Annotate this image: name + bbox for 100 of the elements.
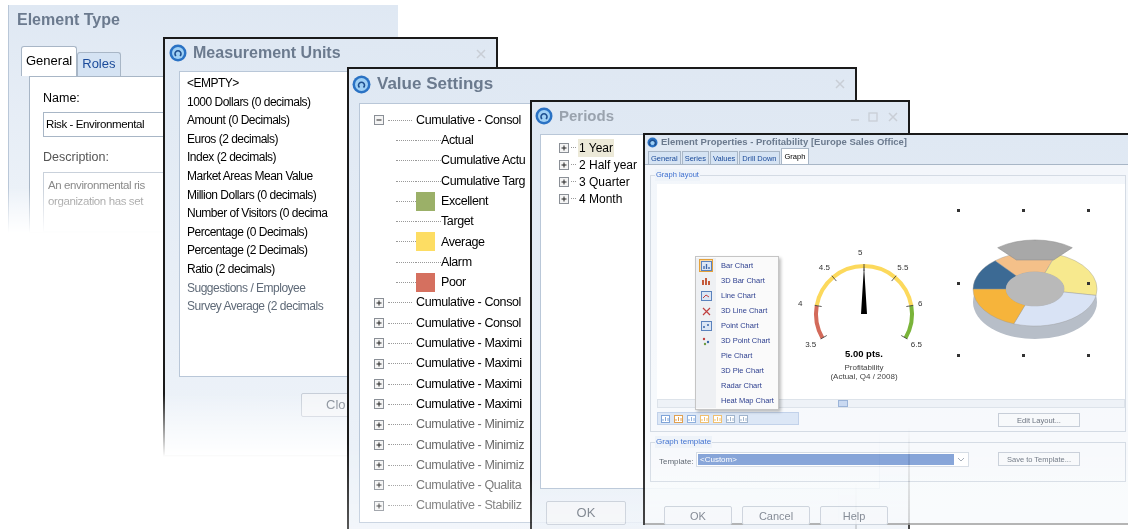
list-item[interactable]: <EMPTY> <box>187 74 239 93</box>
tree-item[interactable]: Cumulative - Qualita <box>416 476 522 495</box>
chart-icon <box>700 320 712 331</box>
tree-item[interactable]: 3 Quarter <box>578 172 631 191</box>
selection-handle[interactable] <box>957 354 960 358</box>
gauge-caption: (Actual, Q4 / 2008) <box>830 371 898 381</box>
gauge-tick-label: 6.5 <box>910 340 922 349</box>
expand-icon[interactable] <box>374 358 384 369</box>
expand-icon[interactable] <box>374 297 384 308</box>
gauge-caption: Profitability <box>844 362 884 372</box>
gauge-tick-label: 4.5 <box>818 263 830 272</box>
list-item[interactable]: Percentage (2 Decimals) <box>187 241 308 260</box>
chart-icon <box>700 335 712 346</box>
expand-icon[interactable] <box>374 419 384 430</box>
field-label: Name: <box>43 89 80 107</box>
expand-icon[interactable] <box>374 318 384 329</box>
tab[interactable]: General <box>21 45 78 76</box>
gauge-tick-label: 6 <box>918 299 923 308</box>
tree-item[interactable]: Average <box>441 232 485 252</box>
donut-hole <box>1006 272 1064 307</box>
list-item[interactable]: Market Areas Mean Value <box>187 166 313 186</box>
close-icon <box>476 49 486 59</box>
chart-icon <box>700 290 712 301</box>
expand-icon[interactable] <box>374 338 384 349</box>
tree-item[interactable]: 4 Month <box>578 189 624 208</box>
collapse-icon[interactable] <box>374 115 384 126</box>
list-item[interactable]: Euros (2 decimals) <box>187 129 279 149</box>
expand-icon[interactable] <box>559 176 569 187</box>
selection-handle[interactable] <box>957 209 960 213</box>
chart-icon <box>674 414 683 423</box>
tree-item[interactable]: Cumulative - Consol <box>416 110 521 130</box>
description-text: organization has set <box>48 194 143 209</box>
app-logo-icon <box>352 74 371 94</box>
chart-icon <box>700 275 712 286</box>
close-icon <box>888 112 898 122</box>
gauge-tick-label: 4 <box>797 299 803 308</box>
list-item[interactable]: Survey Average (2 decimals <box>187 297 324 316</box>
list-item[interactable]: Suggestions / Employee <box>187 278 306 298</box>
app-logo-icon <box>647 136 658 148</box>
description-text: An environmental ris <box>48 178 145 193</box>
tree-item[interactable]: Target <box>441 212 474 231</box>
expand-icon[interactable] <box>559 142 569 153</box>
tree-item[interactable]: Cumulative - Maximi <box>416 334 522 353</box>
caret-icon <box>957 456 965 463</box>
tree-item[interactable]: 2 Half year <box>578 155 639 174</box>
window-title: Value Settings <box>377 73 494 96</box>
chart-icon <box>687 414 696 423</box>
expand-icon[interactable] <box>374 480 384 491</box>
app-logo-icon <box>535 107 553 125</box>
tab[interactable]: Roles <box>77 51 121 76</box>
gauge-tick-label: 5 <box>858 249 863 258</box>
list-item[interactable]: Number of Visitors (0 decima <box>187 204 328 223</box>
list-item[interactable]: Percentage (0 Decimals) <box>187 222 308 242</box>
gauge-tick-label: 3.5 <box>805 340 817 349</box>
list-item[interactable]: Amount (0 Decimals) <box>187 111 290 130</box>
list-item[interactable]: 1000 Dollars (0 decimals) <box>187 92 311 112</box>
gauge-tick-label: 5.5 <box>897 263 909 272</box>
selection-handle[interactable] <box>1022 209 1025 213</box>
tree-item[interactable]: Cumulative - Maximi <box>416 374 522 394</box>
list-item[interactable]: Million Dollars (0 decimals) <box>187 185 317 205</box>
tree-item[interactable]: 1 Year <box>578 138 615 157</box>
expand-icon[interactable] <box>374 399 384 410</box>
tree-item[interactable]: Cumulative - Maximi <box>416 354 522 374</box>
list-item[interactable]: Ratio (2 decimals) <box>187 259 275 279</box>
close-icon <box>835 79 845 89</box>
tree-item[interactable]: Cumulative Actu <box>441 151 526 171</box>
selection-handle[interactable] <box>1022 354 1025 358</box>
cross-icon <box>700 305 712 316</box>
expand-icon[interactable] <box>559 193 569 204</box>
expand-icon[interactable] <box>374 379 384 389</box>
tree-item[interactable]: Cumulative - Maximi <box>416 394 522 414</box>
tree-item[interactable]: Actual <box>441 131 474 150</box>
list-item[interactable]: Index (2 decimals) <box>187 148 277 167</box>
window-title: Element Type <box>16 10 121 31</box>
expand-icon[interactable] <box>559 159 569 170</box>
expand-icon[interactable] <box>374 439 384 450</box>
maximize-icon <box>868 112 878 122</box>
selection-handle[interactable] <box>957 282 960 286</box>
expand-icon[interactable] <box>374 500 384 511</box>
field-label: Description: <box>43 149 109 167</box>
tree-item[interactable]: Cumulative - Consol <box>416 313 521 333</box>
window-title: Element Properties - Profitability [Europe Sales Office] <box>661 135 907 149</box>
group-label: Graph template <box>655 436 713 449</box>
window-title: Measurement Units <box>193 43 341 63</box>
tree-item[interactable]: Alarm <box>441 252 472 272</box>
tree-item[interactable]: Cumulative - Stabiliz <box>416 496 522 516</box>
expand-icon[interactable] <box>374 460 384 471</box>
scrollbar-thumb[interactable] <box>838 400 848 408</box>
selection-handle[interactable] <box>1087 282 1090 286</box>
tree-item[interactable]: Cumulative - Consol <box>416 293 521 313</box>
tree-item[interactable]: Excellent <box>441 191 489 211</box>
tree-item[interactable]: Cumulative Targ <box>441 171 526 191</box>
selection-handle[interactable] <box>1087 354 1090 358</box>
selection-handle[interactable] <box>1087 209 1090 213</box>
app-logo-icon <box>169 44 187 62</box>
tree-item[interactable]: Cumulative - Minimiz <box>416 415 524 434</box>
field-label: Template: <box>659 456 694 469</box>
tree-item[interactable]: Poor <box>441 273 466 292</box>
gauge-value: 5.00 pts. <box>845 347 883 362</box>
window-title: Periods <box>559 105 615 126</box>
